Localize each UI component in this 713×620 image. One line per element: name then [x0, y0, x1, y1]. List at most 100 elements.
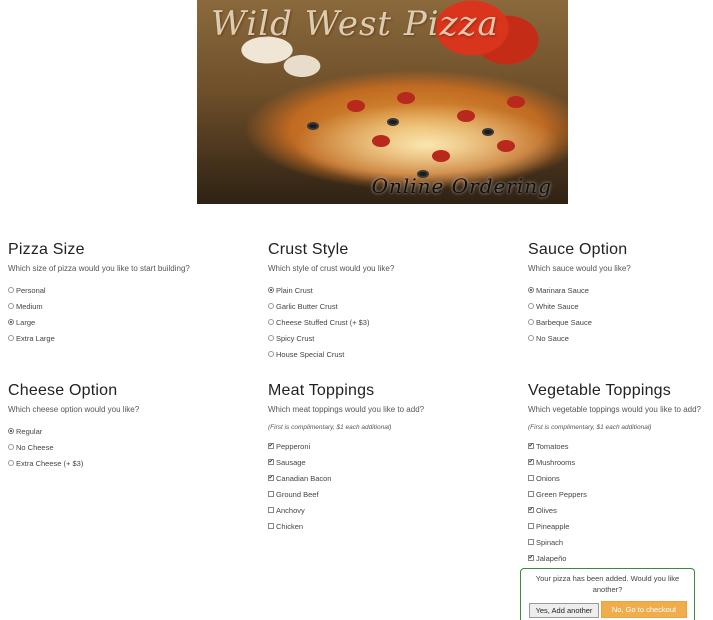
meat-option[interactable]: Ground Beef: [268, 486, 468, 502]
sauce-option[interactable]: Marinara Sauce: [528, 282, 713, 298]
add-another-button[interactable]: Yes, Add another: [529, 603, 599, 618]
option-label: Canadian Bacon: [276, 473, 332, 483]
checkbox[interactable]: ✔: [268, 475, 274, 481]
meat-option[interactable]: ✔ Pepperoni: [268, 438, 468, 454]
option-label: Spinach: [536, 537, 564, 547]
section-prompt: Which size of pizza would you like to st…: [8, 264, 190, 273]
pepperoni-graphic: [497, 140, 515, 152]
section-heading: Vegetable Toppings: [528, 382, 671, 399]
olive-graphic: [307, 122, 319, 130]
veg-option[interactable]: Pineapple: [528, 518, 710, 534]
veg-option[interactable]: ✔ Jalapeño: [528, 550, 710, 566]
size-option[interactable]: Personal: [8, 282, 208, 298]
option-label: Tomatoes: [536, 441, 569, 451]
popup-message: Your pizza has been added. Would you lik…: [535, 574, 680, 594]
option-label: Personal: [16, 285, 46, 295]
veg-option[interactable]: Spinach: [528, 534, 710, 550]
checkbox[interactable]: ✔: [528, 507, 534, 513]
section-prompt: Which style of crust would you like?: [268, 264, 395, 273]
cheese-option[interactable]: Regular: [8, 423, 208, 439]
option-label: Plain Crust: [276, 285, 313, 295]
veg-option[interactable]: ✔ Tomatoes: [528, 438, 710, 454]
pepperoni-graphic: [347, 100, 365, 112]
radio-button[interactable]: [528, 319, 534, 325]
radio-button[interactable]: [268, 319, 274, 325]
checkbox[interactable]: ✔: [528, 443, 534, 449]
hero-title: Wild West Pizza: [211, 4, 499, 44]
checkbox[interactable]: [528, 523, 534, 529]
section-prompt: Which vegetable toppings would you like …: [528, 405, 701, 414]
option-label: Extra Cheese (+ $3): [16, 458, 84, 468]
radio-button[interactable]: [528, 303, 534, 309]
checkbox[interactable]: [268, 507, 274, 513]
pepperoni-graphic: [457, 110, 475, 122]
olive-graphic: [387, 118, 399, 126]
checkbox[interactable]: [268, 491, 274, 497]
radio-button[interactable]: [8, 428, 14, 434]
veg-option[interactable]: Onions: [528, 470, 710, 486]
section-prompt: Which meat toppings would you like to ad…: [268, 405, 425, 414]
radio-button[interactable]: [8, 335, 14, 341]
radio-button[interactable]: [268, 335, 274, 341]
option-label: Spicy Crust: [276, 333, 315, 343]
meat-option[interactable]: Anchovy: [268, 502, 468, 518]
crust-option[interactable]: Spicy Crust: [268, 330, 468, 346]
radio-button[interactable]: [8, 287, 14, 293]
section-heading: Sauce Option: [528, 241, 628, 258]
sauce-options: Marinara Sauce White Sauce Barbeque Sauce N…: [528, 282, 713, 346]
option-label: Extra Large: [16, 333, 55, 343]
sauce-option[interactable]: No Sauce: [528, 330, 713, 346]
size-options: Personal Medium Large Extra Large: [8, 282, 208, 346]
veg-option[interactable]: ✔ Olives: [528, 502, 710, 518]
radio-button[interactable]: [268, 303, 274, 309]
veg-option[interactable]: ✔ Mushrooms: [528, 454, 710, 470]
section-prompt: Which sauce would you like?: [528, 264, 631, 273]
radio-button[interactable]: [528, 335, 534, 341]
veg-option[interactable]: Green Peppers: [528, 486, 710, 502]
cheese-option[interactable]: Extra Cheese (+ $3): [8, 455, 208, 471]
size-option[interactable]: Large: [8, 314, 208, 330]
option-label: Anchovy: [276, 505, 305, 515]
go-to-checkout-button[interactable]: No, Go to checkout: [601, 601, 687, 618]
radio-button[interactable]: [268, 287, 274, 293]
option-label: Large: [16, 317, 36, 327]
option-label: Jalapeño: [536, 553, 567, 563]
radio-button[interactable]: [8, 460, 14, 466]
checkbox[interactable]: ✔: [528, 555, 534, 561]
size-option[interactable]: Medium: [8, 298, 208, 314]
meat-option[interactable]: ✔ Sausage: [268, 454, 468, 470]
meat-option[interactable]: Chicken: [268, 518, 468, 534]
radio-button[interactable]: [8, 303, 14, 309]
radio-button[interactable]: [528, 287, 534, 293]
hero-subtitle: Online Ordering: [371, 174, 552, 198]
meat-option[interactable]: ✔ Canadian Bacon: [268, 470, 468, 486]
option-label: Olives: [536, 505, 557, 515]
crust-option[interactable]: Garlic Butter Crust: [268, 298, 468, 314]
meat-options: ✔ Pepperoni ✔ Sausage ✔ Canadian Bacon Ground …: [268, 438, 468, 534]
crust-option[interactable]: Plain Crust: [268, 282, 468, 298]
option-label: Garlic Butter Crust: [276, 301, 338, 311]
checkbox[interactable]: [528, 539, 534, 545]
option-label: Ground Beef: [276, 489, 319, 499]
cheese-option[interactable]: No Cheese: [8, 439, 208, 455]
radio-button[interactable]: [268, 351, 274, 357]
vegetable-toppings-section: Vegetable Toppings Which vegetable toppi…: [528, 382, 710, 566]
radio-button[interactable]: [8, 444, 14, 450]
crust-option[interactable]: House Special Crust: [268, 346, 468, 362]
section-prompt: Which cheese option would you like?: [8, 405, 140, 414]
pepperoni-graphic: [507, 96, 525, 108]
sauce-option[interactable]: Barbeque Sauce: [528, 314, 713, 330]
cheese-options: Regular No Cheese Extra Cheese (+ $3): [8, 423, 208, 471]
checkbox[interactable]: [528, 475, 534, 481]
checkbox[interactable]: ✔: [528, 459, 534, 465]
radio-button[interactable]: [8, 319, 14, 325]
crust-option[interactable]: Cheese Stuffed Crust (+ $3): [268, 314, 468, 330]
option-label: Green Peppers: [536, 489, 587, 499]
checkbox[interactable]: [268, 523, 274, 529]
option-label: Pepperoni: [276, 441, 311, 451]
checkbox[interactable]: [528, 491, 534, 497]
size-option[interactable]: Extra Large: [8, 330, 208, 346]
checkbox[interactable]: ✔: [268, 443, 274, 449]
checkbox[interactable]: ✔: [268, 459, 274, 465]
sauce-option[interactable]: White Sauce: [528, 298, 713, 314]
